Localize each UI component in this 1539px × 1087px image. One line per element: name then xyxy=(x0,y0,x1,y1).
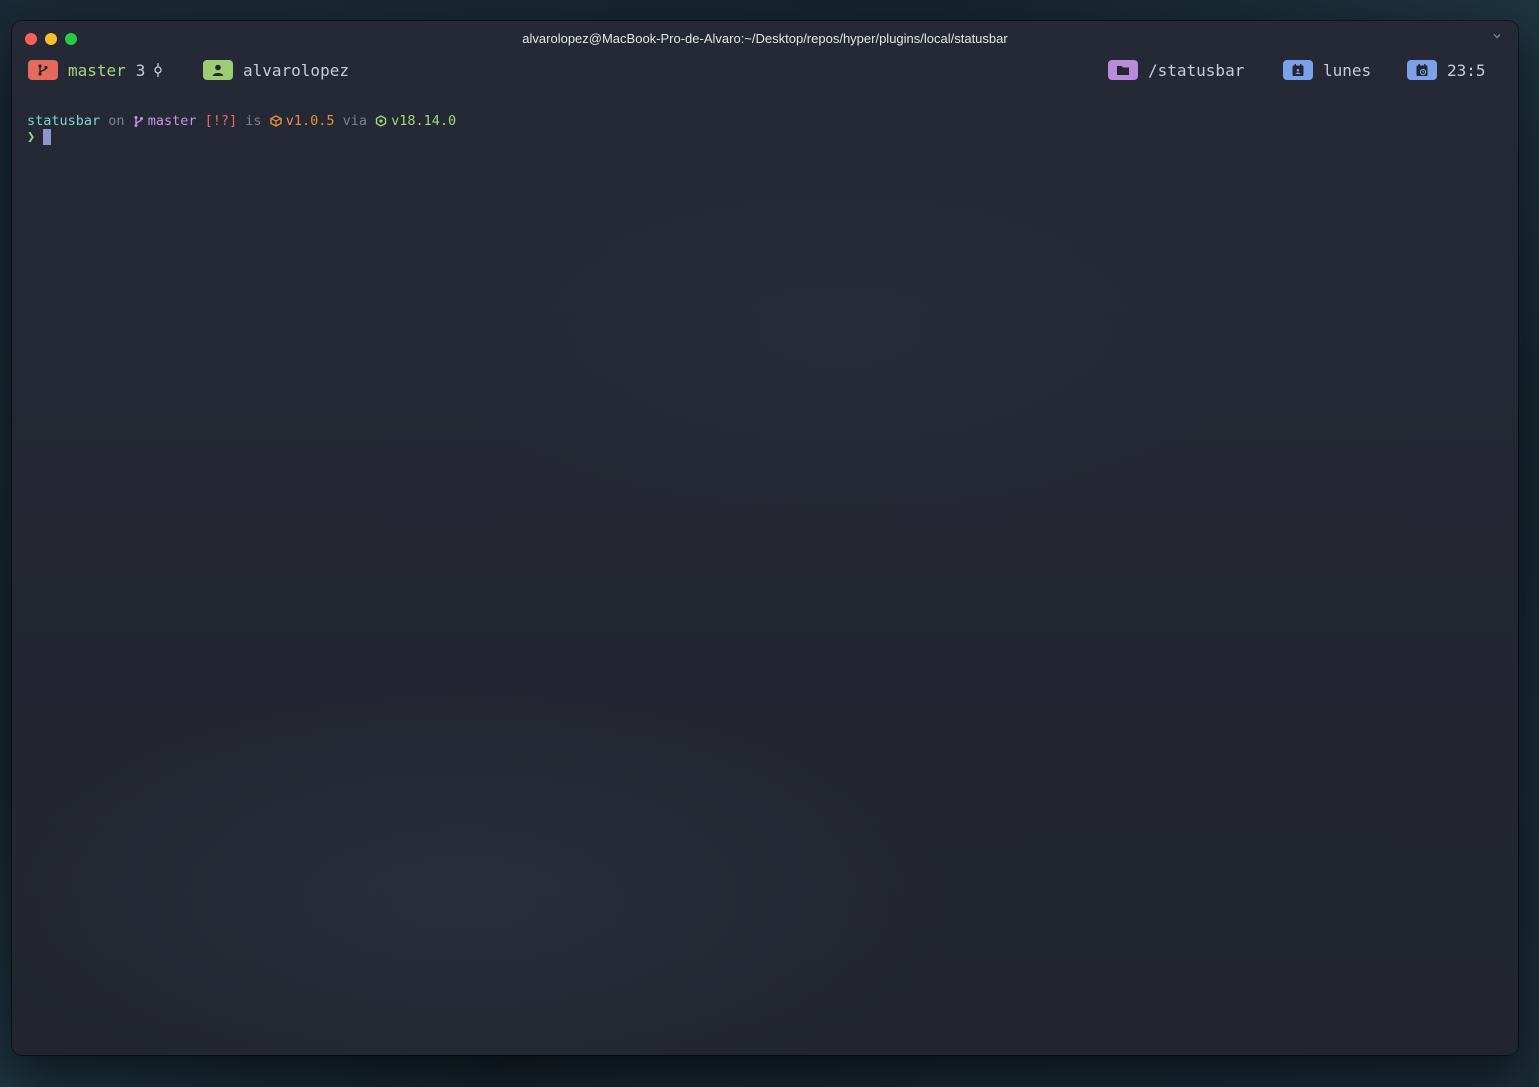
prompt-via: via xyxy=(342,113,367,129)
chevron-down-icon[interactable] xyxy=(1492,31,1504,45)
user-name: alvarolopez xyxy=(243,60,349,80)
prompt-node-version: v18.14.0 xyxy=(391,113,457,129)
terminal-output[interactable]: statusbar on master [!?] is v1.0.5 via v… xyxy=(27,113,1503,145)
prompt-directory: statusbar xyxy=(27,113,101,129)
cwd-path: /statusbar xyxy=(1148,60,1245,80)
statusbar-cwd[interactable]: /statusbar xyxy=(1108,58,1244,82)
statusbar-time[interactable]: 23:5 xyxy=(1407,58,1486,82)
calendar-icon xyxy=(1283,60,1313,80)
prompt-info-line: statusbar on master [!?] is v1.0.5 via v… xyxy=(27,113,1503,129)
time-label: 23:5 xyxy=(1447,60,1486,80)
nodejs-icon xyxy=(375,115,387,127)
prompt-is: is xyxy=(245,113,262,129)
statusbar-user[interactable]: alvarolopez xyxy=(203,58,349,82)
git-commit-count: 3 xyxy=(135,60,146,80)
calendar-clock-icon xyxy=(1407,60,1437,80)
git-branch-icon xyxy=(133,115,144,128)
prompt-on: on xyxy=(108,113,125,129)
title-bar[interactable]: alvarolopez@MacBook-Pro-de-Alvaro:~/Desk… xyxy=(12,21,1518,57)
window-title: alvarolopez@MacBook-Pro-de-Alvaro:~/Desk… xyxy=(522,31,1008,46)
terminal-window: alvarolopez@MacBook-Pro-de-Alvaro:~/Desk… xyxy=(12,21,1518,1055)
window-background xyxy=(12,21,1518,1055)
prompt-branch: master xyxy=(147,113,197,129)
statusbar-git[interactable]: master 3 xyxy=(28,58,163,82)
folder-icon xyxy=(1108,60,1138,80)
text-cursor xyxy=(43,129,52,145)
prompt-symbol: ❯ xyxy=(27,129,36,145)
git-branch-name: master xyxy=(68,60,126,80)
git-commit-icon xyxy=(153,62,163,78)
prompt-package-version: v1.0.5 xyxy=(285,113,335,129)
status-bar: master 3 alvarolopez /statusbar lunes 23… xyxy=(12,58,1518,86)
day-label: lunes xyxy=(1323,60,1372,80)
prompt-git-status: [!?] xyxy=(204,113,238,129)
git-branch-icon xyxy=(28,60,58,80)
package-icon xyxy=(269,115,282,127)
user-icon xyxy=(203,60,233,80)
statusbar-day[interactable]: lunes xyxy=(1283,58,1371,82)
prompt-input-line[interactable]: ❯ xyxy=(27,129,1503,145)
